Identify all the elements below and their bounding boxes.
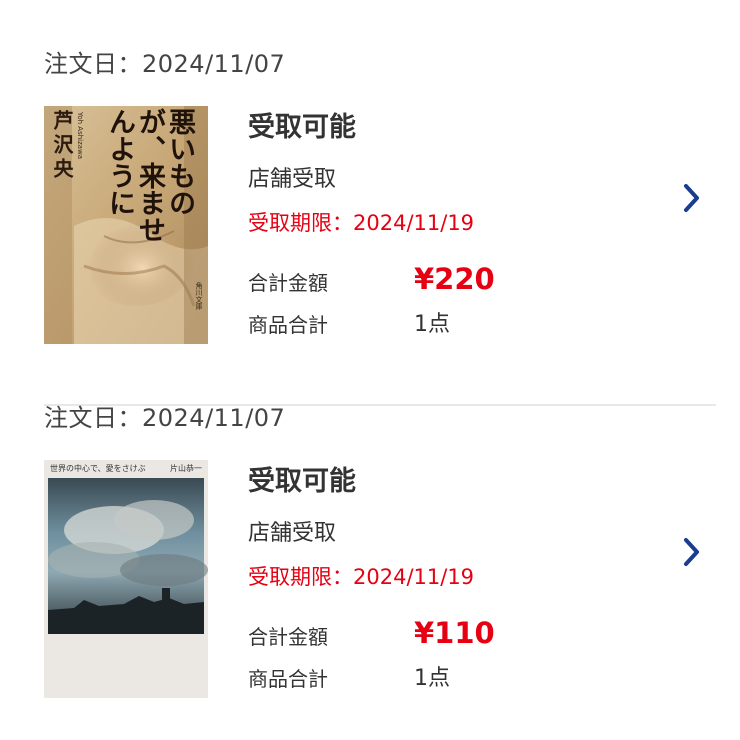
order-entry: 注文日：2024/11/07 [0, 30, 740, 406]
book-author: 片山恭一 [170, 464, 202, 473]
chevron-right-icon[interactable] [676, 534, 706, 570]
book-title: 世界の中心で、愛をさけぶ [50, 464, 146, 473]
item-count-value: 1点 [414, 666, 450, 691]
pickup-deadline: 受取期限：2024/11/19 [248, 565, 475, 589]
item-count-label: 商品合計 [248, 667, 328, 691]
order-entry: 注文日：2024/11/07 [0, 384, 740, 734]
item-count-value: 1点 [414, 312, 450, 337]
pickup-method: 店舗受取 [248, 521, 337, 546]
book-title: 悪いものが、来ませんように [104, 108, 195, 243]
total-value: ¥110 [414, 616, 495, 650]
order-card[interactable]: 世界の中心で、愛をさけぶ 片山恭一 受取可能 店舗受取 受取期限：2024/11… [0, 460, 740, 700]
pickup-deadline: 受取期限：2024/11/19 [248, 211, 475, 235]
pickup-method: 店舗受取 [248, 167, 337, 192]
order-info: 受取可能 店舗受取 受取期限：2024/11/19 合計金額 ¥220 商品合計… [248, 106, 648, 344]
chevron-right-icon[interactable] [676, 180, 706, 216]
book-publisher: 角川文庫 [195, 282, 203, 310]
book-cover-art [44, 460, 208, 698]
total-label: 合計金額 [248, 271, 328, 295]
total-label: 合計金額 [248, 625, 328, 649]
book-cover[interactable]: 世界の中心で、愛をさけぶ 片山恭一 [44, 460, 208, 698]
book-cover[interactable]: 芦沢央 Yoh Ashizawa 悪いものが、来ませんように 角川文庫 [44, 106, 208, 344]
order-date: 注文日：2024/11/07 [44, 50, 286, 78]
total-value: ¥220 [414, 262, 495, 296]
order-info: 受取可能 店舗受取 受取期限：2024/11/19 合計金額 ¥110 商品合計… [248, 460, 648, 698]
book-author: 芦沢央 [50, 110, 74, 182]
order-date: 注文日：2024/11/07 [44, 404, 286, 432]
order-status: 受取可能 [248, 112, 356, 143]
order-card[interactable]: 芦沢央 Yoh Ashizawa 悪いものが、来ませんように 角川文庫 受取可能… [0, 106, 740, 346]
item-count-label: 商品合計 [248, 313, 328, 337]
order-status: 受取可能 [248, 466, 356, 497]
book-author-roman: Yoh Ashizawa [76, 112, 84, 160]
